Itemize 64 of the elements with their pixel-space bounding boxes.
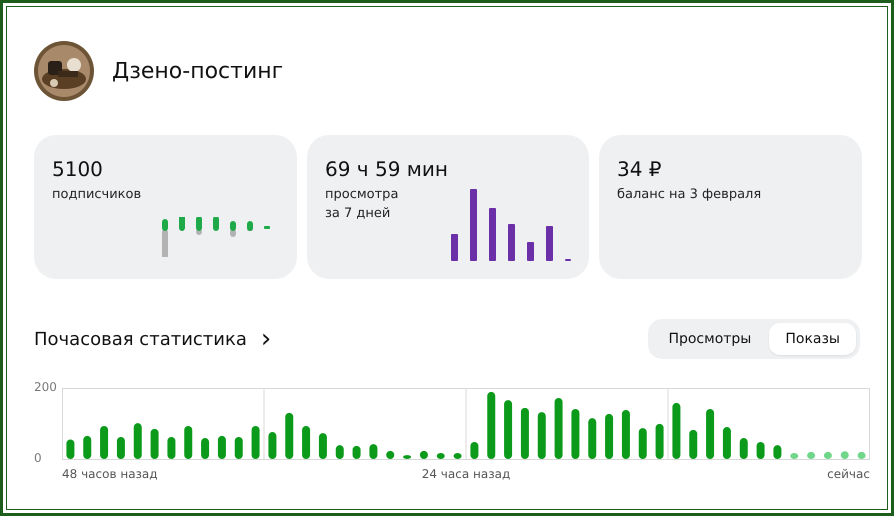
channel-title: Дзено-постинг: [112, 58, 284, 84]
axis-label: 24 часа назад: [420, 467, 512, 483]
chart-bar: [352, 446, 361, 459]
toggle-tab[interactable]: Просмотры: [652, 323, 768, 355]
chart-bar: [722, 427, 731, 459]
chart-bar: [285, 412, 294, 459]
chart-bar: [773, 445, 782, 459]
stat-value: 69 ч 59 мин: [325, 157, 448, 181]
chart-bar: [454, 452, 462, 459]
chart-bar: [689, 430, 698, 459]
chart-bar: [167, 437, 176, 459]
axis-label: 48 часов назад: [62, 467, 159, 483]
section-title: Почасовая статистика: [34, 328, 247, 350]
chart-bar: [234, 437, 243, 459]
chart-bar: [116, 437, 125, 459]
chart-bar: [83, 436, 92, 459]
chart-bar: [436, 452, 445, 459]
chart-bar: [554, 398, 563, 459]
chart-bar: [184, 426, 192, 459]
chart-bar: [656, 424, 664, 459]
chart-bar: [487, 392, 496, 459]
chart-bar: [369, 444, 378, 459]
chart-bar: [201, 438, 210, 459]
stat-label: просмотра за 7 дней: [325, 186, 398, 223]
chevron-icon[interactable]: ›: [260, 330, 272, 348]
chart-bar: [571, 408, 580, 459]
toggle-tab[interactable]: Показы: [769, 323, 856, 355]
axis-tick-label: 200: [34, 380, 57, 394]
chart-bar: [134, 423, 142, 459]
chart-bar: [605, 414, 614, 459]
chart-bar: [420, 450, 428, 459]
chart-bar: [302, 426, 310, 459]
chart-bar: [790, 452, 798, 459]
chart-bar: [672, 402, 680, 459]
stat-value: 5100: [52, 157, 103, 181]
stat-label: подписчиков: [52, 186, 142, 204]
chart-bar: [252, 426, 260, 459]
axis-tick-label: 0: [34, 451, 42, 465]
chart-bar: [588, 418, 596, 459]
chart-bar: [756, 442, 765, 459]
chart-bar: [824, 452, 832, 459]
chart-bar: [638, 428, 647, 459]
chart-bar: [66, 439, 74, 459]
axis-label: сейчас: [826, 467, 870, 483]
chart-bar: [504, 400, 512, 459]
chart-bar: [386, 450, 394, 459]
chart-bar: [622, 410, 630, 459]
stat-label: баланс на 3 февраля: [617, 186, 762, 204]
chart-bar: [706, 408, 714, 459]
chart-bar: [318, 433, 327, 459]
chart-bar: [150, 428, 159, 459]
stat-value: 34 ₽: [617, 157, 662, 181]
chart-bar: [538, 412, 546, 459]
chart-bar: [470, 442, 478, 459]
chart-bar: [840, 451, 849, 459]
chart-bar: [100, 426, 108, 459]
chart-bar: [336, 445, 344, 459]
chart-bar: [807, 452, 816, 459]
chart-bar: [858, 452, 866, 459]
chart-bar: [740, 438, 748, 459]
chart-bar: [403, 455, 412, 459]
chart-bar: [268, 432, 276, 459]
chart-bar: [218, 436, 226, 459]
chart-bar: [520, 408, 529, 459]
